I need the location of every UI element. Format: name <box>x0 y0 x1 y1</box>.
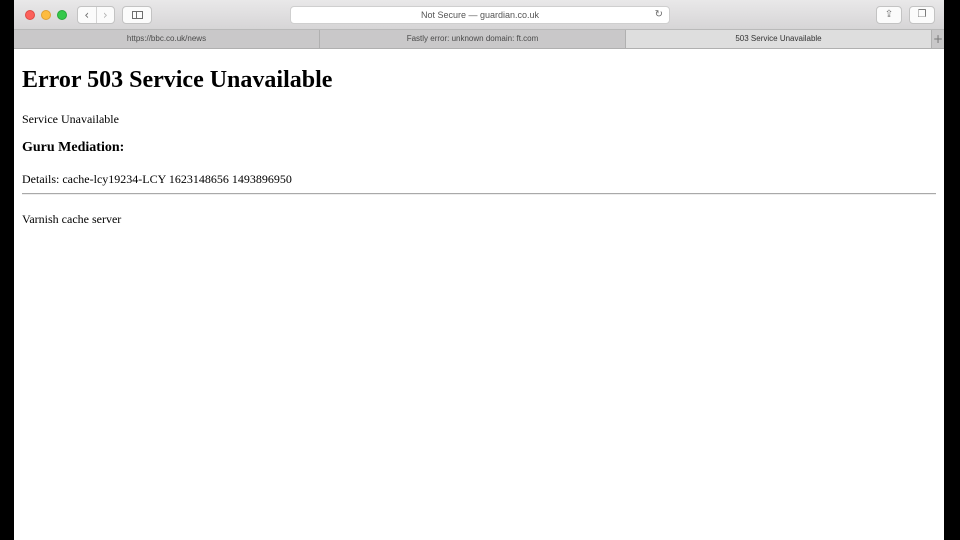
navigation-buttons: ‹ › <box>77 6 115 24</box>
tab-fastly-error[interactable]: Fastly error: unknown domain: ft.com <box>320 30 626 48</box>
share-button[interactable]: ⇪ <box>876 6 902 24</box>
tab-503-service-unavailable[interactable]: 503 Service Unavailable <box>626 30 932 48</box>
new-tab-button[interactable]: + <box>932 30 944 48</box>
reload-icon[interactable]: ↻ <box>655 7 663 23</box>
chevron-right-icon: › <box>102 8 108 22</box>
page-title: Error 503 Service Unavailable <box>22 67 333 93</box>
maximize-window-button[interactable] <box>57 10 67 20</box>
error-details: Details: cache-lcy19234-LCY 1623148656 1… <box>22 172 292 186</box>
browser-toolbar: ‹ › Not Secure — guardian.co.uk ↻ ⇪ ❐ <box>14 0 944 30</box>
tab-bar: https://bbc.co.uk/news Fastly error: unk… <box>14 30 944 49</box>
divider <box>22 193 936 195</box>
tab-bbc-news[interactable]: https://bbc.co.uk/news <box>14 30 320 48</box>
page-content: Error 503 Service Unavailable Service Un… <box>14 49 944 540</box>
address-text: Not Secure — guardian.co.uk <box>420 10 540 20</box>
server-signature: Varnish cache server <box>22 212 122 226</box>
close-window-button[interactable] <box>25 10 35 20</box>
minimize-window-button[interactable] <box>41 10 51 20</box>
tab-overview-button[interactable]: ❐ <box>909 6 935 24</box>
error-message: Service Unavailable <box>22 112 119 126</box>
sidebar-toggle-button[interactable] <box>122 6 152 24</box>
tab-label: 503 Service Unavailable <box>735 34 822 43</box>
browser-window: ‹ › Not Secure — guardian.co.uk ↻ ⇪ ❐ ht… <box>14 0 944 540</box>
plus-icon: + <box>932 32 944 46</box>
address-bar[interactable]: Not Secure — guardian.co.uk ↻ <box>290 6 670 24</box>
forward-button[interactable]: › <box>95 7 115 23</box>
tab-label: https://bbc.co.uk/news <box>126 34 207 43</box>
chevron-left-icon: ‹ <box>84 8 90 22</box>
guru-mediation-heading: Guru Mediation: <box>22 140 125 155</box>
share-icon: ⇪ <box>884 9 894 20</box>
back-button[interactable]: ‹ <box>78 7 96 23</box>
sidebar-icon <box>132 11 143 19</box>
tab-overview-icon: ❐ <box>917 9 927 20</box>
tab-label: Fastly error: unknown domain: ft.com <box>406 34 539 43</box>
